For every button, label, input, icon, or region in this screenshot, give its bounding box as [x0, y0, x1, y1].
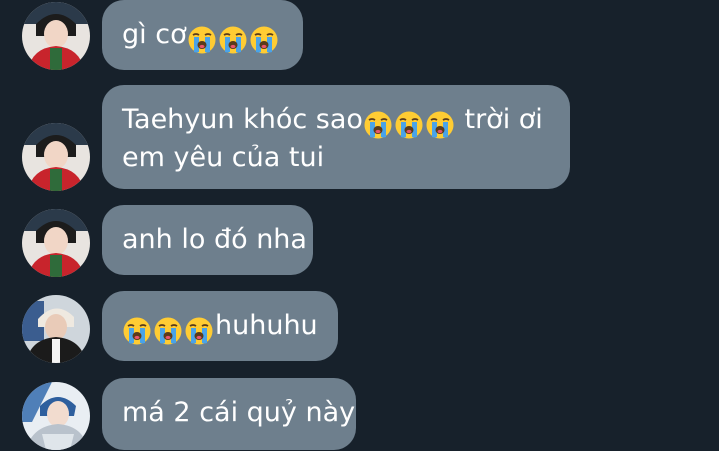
message-text: má 2 cái quỷ này	[122, 397, 356, 428]
loudly-crying-face-icon	[363, 110, 393, 140]
loudly-crying-face-icon	[122, 316, 152, 346]
message-text: em yêu của tui	[122, 142, 325, 173]
message-row[interactable]: huhuhu	[0, 291, 719, 363]
loudly-crying-face-icon	[153, 316, 183, 346]
message-line: má 2 cái quỷ này	[122, 396, 355, 430]
message-text: gì cơ	[122, 19, 187, 50]
message-line: gì cơ	[122, 18, 285, 56]
person-red-jacket-avatar[interactable]	[22, 2, 90, 70]
message-bubble[interactable]: Taehyun khóc sao trời ơi em yêu của tui	[102, 85, 570, 189]
message-text: Taehyun khóc sao	[122, 104, 363, 135]
message-bubble[interactable]: anh lo đó nha	[102, 205, 313, 275]
message-row[interactable]: anh lo đó nha	[0, 205, 719, 277]
person-black-jacket-avatar[interactable]	[22, 295, 90, 363]
message-bubble[interactable]: má 2 cái quỷ này	[102, 378, 356, 450]
loudly-crying-face-icon	[187, 25, 217, 55]
emoji-group	[363, 107, 456, 141]
message-row[interactable]: gì cơ	[0, 0, 719, 72]
message-text: anh lo đó nha	[122, 224, 307, 255]
emoji-group	[187, 22, 280, 56]
message-bubble[interactable]: huhuhu	[102, 291, 338, 361]
loudly-crying-face-icon	[218, 25, 248, 55]
loudly-crying-face-icon	[425, 110, 455, 140]
message-text: huhuhu	[215, 310, 318, 341]
person-blue-hair-avatar[interactable]	[22, 382, 90, 450]
person-red-jacket-avatar[interactable]	[22, 123, 90, 191]
message-row[interactable]: Taehyun khóc sao trời ơi em yêu của tui	[0, 85, 719, 191]
loudly-crying-face-icon	[249, 25, 279, 55]
emoji-group	[122, 313, 215, 347]
loudly-crying-face-icon	[184, 316, 214, 346]
message-line: Taehyun khóc sao trời ơi	[122, 103, 552, 141]
message-text: trời ơi	[455, 104, 543, 135]
message-bubble[interactable]: gì cơ	[102, 0, 303, 70]
message-line: anh lo đó nha	[122, 223, 307, 257]
message-line: em yêu của tui	[122, 141, 552, 175]
message-line: huhuhu	[122, 309, 320, 347]
message-row[interactable]: má 2 cái quỷ này	[0, 378, 719, 451]
person-red-jacket-avatar[interactable]	[22, 209, 90, 277]
loudly-crying-face-icon	[394, 110, 424, 140]
